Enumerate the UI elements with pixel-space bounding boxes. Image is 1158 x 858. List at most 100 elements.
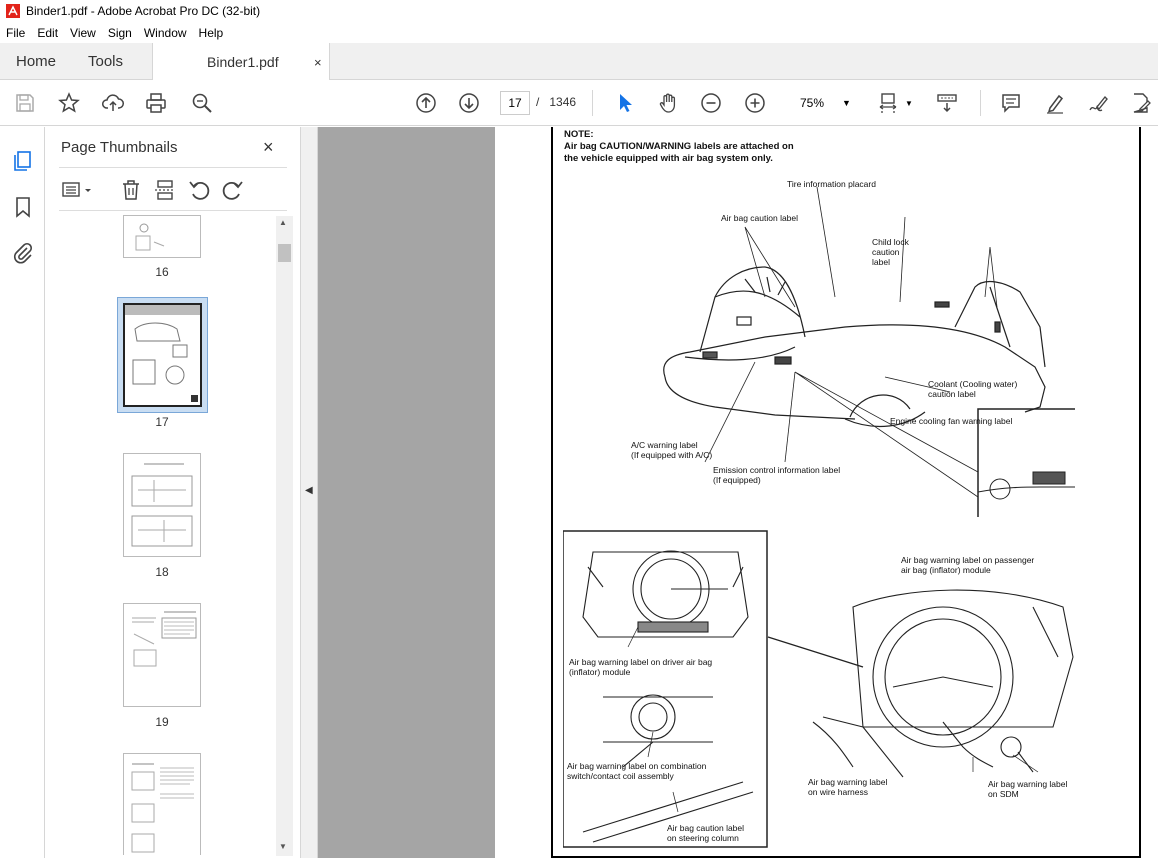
zoom-out-icon [701,93,721,113]
label-passenger-airbag: Air bag warning label on passenger [901,555,1035,565]
menu-sign[interactable]: Sign [102,26,138,40]
bookmark-star-button[interactable] [56,90,82,116]
zoom-search-button[interactable] [189,90,215,116]
thumbnail-page[interactable] [123,603,201,707]
panel-splitter[interactable]: ◀ [300,127,318,858]
bookmark-icon[interactable] [11,195,35,219]
thumbnail-preview [135,223,165,251]
tab-document-label: Binder1.pdf [207,54,279,70]
page-down-button[interactable] [456,90,482,116]
label-passenger-airbag: air bag (inflator) module [901,565,991,575]
attachment-icon[interactable] [11,241,35,265]
thumbnail-label: 18 [155,565,169,579]
fit-page-dropdown[interactable]: ▼ [903,90,915,116]
total-pages: 1346 [549,95,577,109]
thumbnail-preview [132,611,197,667]
hand-tool-button[interactable] [655,90,681,116]
sign-button[interactable] [1086,90,1112,116]
tab-close-button[interactable]: × [314,55,322,70]
window-title: Binder1.pdf - Adobe Acrobat Pro DC (32-b… [26,4,261,18]
zoom-search-icon [192,93,212,113]
save-icon [16,94,34,112]
chevron-down-icon: ▼ [842,98,851,108]
label-driver-airbag: Air bag warning label on driver air bag [569,657,713,667]
scroll-up-icon[interactable]: ▲ [279,218,287,227]
scrollbar-thumb[interactable] [278,244,291,262]
label-child-lock: label [872,257,890,267]
menu-help[interactable]: Help [193,26,230,40]
save-button[interactable] [12,90,38,116]
label-steering-column: on steering column [667,833,739,843]
tab-bar: Home Tools Binder1.pdf × [0,43,1158,81]
thumbnail-list[interactable]: 16 17 18 19 [59,215,279,855]
tab-document[interactable]: Binder1.pdf × [152,43,330,81]
menu-file[interactable]: File [0,26,31,40]
page-down-icon [459,93,479,113]
label-engine-fan: Engine cooling fan warning label [890,416,1013,426]
highlight-button[interactable] [1042,90,1068,116]
thumbnail-preview [131,463,193,547]
tab-tools[interactable]: Tools [88,43,123,80]
select-tool-button[interactable] [612,90,638,116]
bookmark-star-icon [58,92,80,113]
extract-page-icon[interactable] [153,178,177,202]
thumbnail-scrollbar[interactable]: ▲ ▼ [276,216,293,856]
note-heading: NOTE: [564,129,594,140]
delete-icon[interactable] [119,178,143,202]
scroll-mode-icon [937,94,957,113]
zoom-select[interactable]: 75% ▼ [784,91,858,115]
rotate-ccw-icon[interactable] [187,178,211,202]
comment-button[interactable] [998,90,1024,116]
label-steering-column: Air bag caution label [667,823,745,833]
thumbnail-options-icon[interactable] [61,178,95,202]
label-airbag-caution: Air bag caution label [721,213,799,223]
scroll-mode-button[interactable] [934,90,960,116]
menu-edit[interactable]: Edit [31,26,64,40]
thumbnails-panel: Page Thumbnails × 16 17 18 19 ▲ ▼ [45,127,300,858]
page-up-button[interactable] [413,90,439,116]
fit-page-icon [879,93,897,113]
label-child-lock: Child lock [872,237,909,247]
chevron-down-icon: ▼ [905,98,913,108]
zoom-value: 75% [800,96,825,110]
page-number-input[interactable]: 17 [500,91,530,115]
hand-icon [659,93,676,113]
label-ac: (If equipped with A/C) [631,450,713,460]
menu-window[interactable]: Window [138,26,193,40]
thumbnail-page[interactable] [123,753,201,855]
close-icon[interactable]: × [263,137,274,158]
acrobat-icon [6,4,20,18]
thumbnail-page[interactable] [123,215,201,258]
edit-pdf-icon [1133,93,1151,113]
thumbnail-toolbar [59,167,287,211]
upload-icon [102,94,124,111]
panel-title: Page Thumbnails [61,139,178,156]
menu-view[interactable]: View [64,26,102,40]
main-toolbar: 17 / 1346 75% ▼ ▼ [0,80,1158,126]
thumbnail-label: 17 [155,415,169,429]
print-button[interactable] [143,90,169,116]
rotate-cw-icon[interactable] [221,178,245,202]
zoom-out-button[interactable] [698,90,724,116]
zoom-in-button[interactable] [742,90,768,116]
label-coolant: Coolant (Cooling water) [928,379,1018,389]
document-view[interactable]: NOTE: Air bag CAUTION/WARNING labels are… [318,127,1158,858]
page-count: / 1346 [536,95,576,109]
thumbnail-page-selected[interactable] [123,303,202,407]
thumbnail-preview [131,763,194,853]
fit-page-button[interactable] [876,90,902,116]
print-icon [146,93,166,113]
thumbnail-preview [125,305,200,402]
page-thumbnails-icon[interactable] [11,149,35,173]
zoom-in-icon [745,93,765,113]
page-up-icon [416,93,436,113]
edit-pdf-button[interactable] [1128,90,1154,116]
upload-button[interactable] [100,90,126,116]
tab-home[interactable]: Home [16,43,56,80]
label-driver-airbag: (inflator) module [569,667,631,677]
thumbnail-page[interactable] [123,453,201,557]
collapse-panel-icon[interactable]: ◀ [305,485,313,496]
pdf-page: NOTE: Air bag CAUTION/WARNING labels are… [495,127,1158,858]
label-coolant: caution label [928,389,976,399]
scroll-down-icon[interactable]: ▼ [279,842,287,851]
